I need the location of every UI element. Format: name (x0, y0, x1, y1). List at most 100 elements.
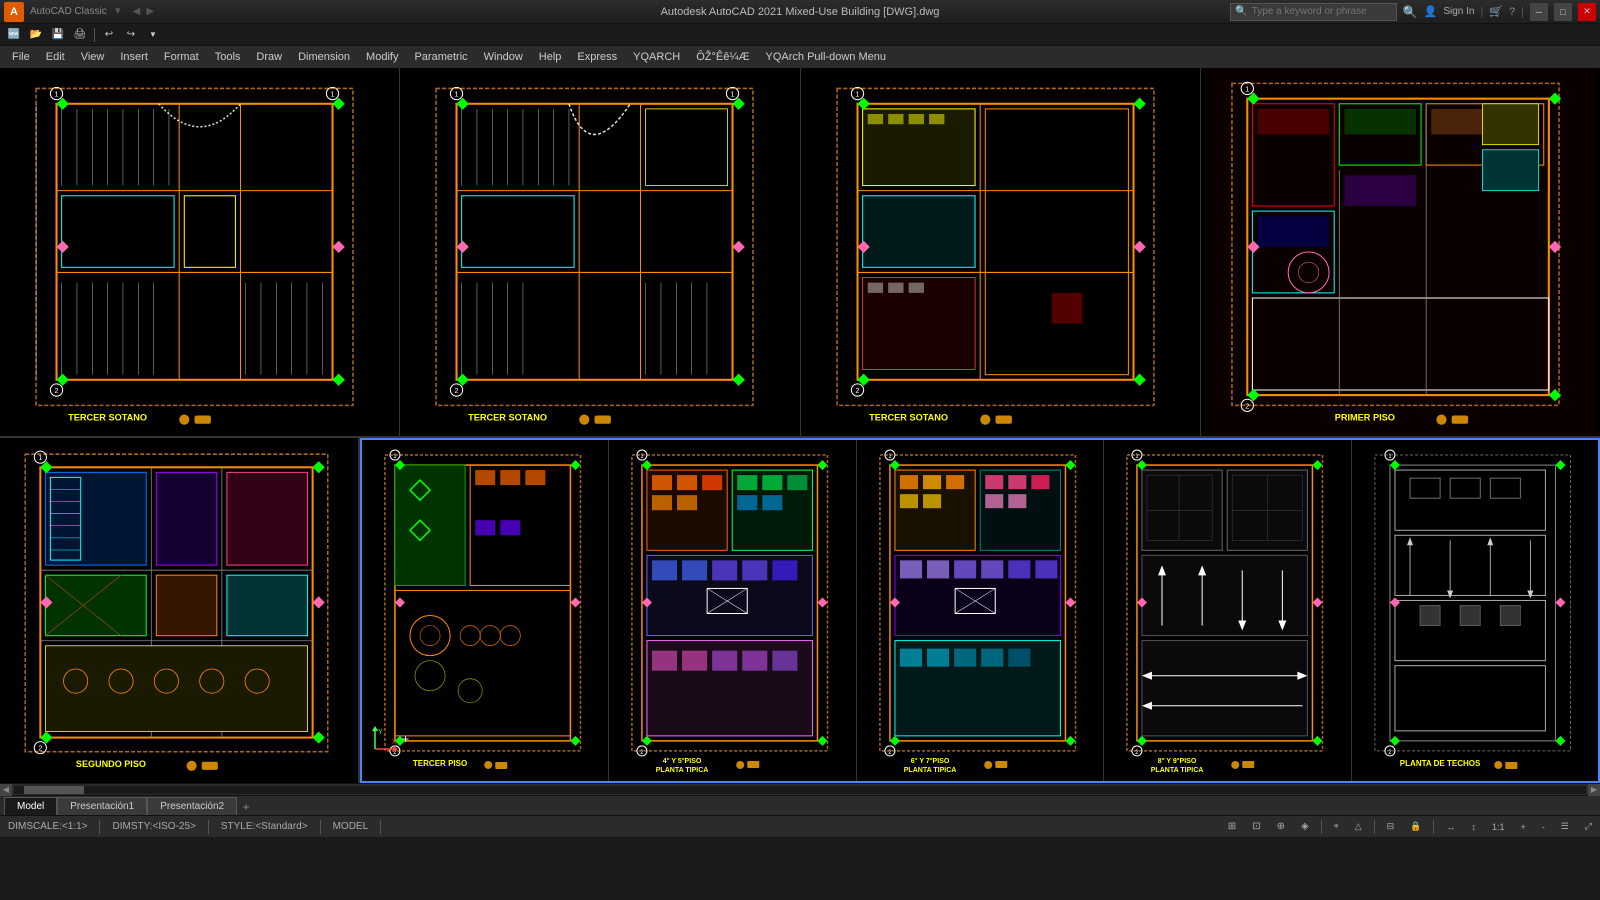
status-3d-icon[interactable]: △ (1351, 816, 1366, 838)
menu-format[interactable]: Format (156, 46, 207, 68)
menu-file[interactable]: File (4, 46, 38, 68)
menu-dimension[interactable]: Dimension (290, 46, 358, 68)
menu-parametric[interactable]: Parametric (406, 46, 475, 68)
menu-bar: File Edit View Insert Format Tools Draw … (0, 46, 1600, 68)
svg-text:6° Y 7°PISO: 6° Y 7°PISO (911, 757, 950, 765)
status-lock-icon[interactable]: 🔒 (1406, 816, 1425, 838)
search-input[interactable] (1252, 6, 1392, 17)
menu-view[interactable]: View (73, 46, 113, 68)
print-button[interactable]: 🖨 (70, 26, 90, 44)
svg-text:1: 1 (55, 91, 59, 99)
svg-text:2: 2 (38, 746, 42, 753)
status-ortho-icon[interactable]: ⊕ (1273, 816, 1289, 838)
svg-text:1: 1 (1245, 86, 1249, 94)
status-scale-arrows[interactable]: ↔ (1442, 816, 1459, 838)
status-arrows-2[interactable]: ↕ (1467, 816, 1480, 838)
redo-button[interactable]: ↪ (121, 26, 141, 44)
horizontal-scrollbar[interactable]: ◀ ▶ (0, 783, 1600, 795)
status-separator-3 (320, 820, 321, 834)
svg-text:TERCER SOTANO: TERCER SOTANO (468, 413, 547, 423)
svg-text:X: X (392, 739, 397, 746)
viewport-1[interactable]: 1 1 2 TERCER SOTANO (0, 68, 400, 436)
svg-text:TERCER SOTANO: TERCER SOTANO (869, 413, 948, 423)
status-expand-icon[interactable]: ⤢ (1581, 816, 1596, 838)
status-zoom-out[interactable]: - (1538, 816, 1549, 838)
undo-button[interactable]: ↩ (99, 26, 119, 44)
status-polar-icon[interactable]: ◈ (1297, 816, 1313, 838)
inner-viewport-4[interactable]: 1 2 8° Y 9°PISO PLANTA TIPICA (1104, 440, 1351, 781)
divider: | (1480, 6, 1483, 18)
viewport-right-active[interactable]: 1 2 TERCER PISO (360, 438, 1600, 783)
viewport-5[interactable]: 1 2 SEGUNDO PISO (0, 438, 360, 783)
menu-draw[interactable]: Draw (248, 46, 290, 68)
close-button[interactable]: ✕ (1578, 3, 1596, 21)
title-bar-left: A AutoCAD Classic ▼ ◀ ▶ (4, 2, 154, 22)
status-zoom-in[interactable]: + (1516, 816, 1529, 838)
title-bar: A AutoCAD Classic ▼ ◀ ▶ Autodesk AutoCAD… (0, 0, 1600, 24)
inner-viewport-grid: 1 2 TERCER PISO (362, 440, 1598, 781)
dropdown-button[interactable]: ▼ (143, 26, 163, 44)
status-scale-text[interactable]: 1:1 (1488, 816, 1509, 838)
status-object-snap[interactable]: ⌖ (1330, 816, 1343, 838)
status-style[interactable]: STYLE:<Standard> (217, 816, 312, 838)
status-snap-icon[interactable]: ⊡ (1248, 816, 1264, 838)
tab-bar: Model Presentación1 Presentación2 + (0, 795, 1600, 815)
drawing-area[interactable]: 1 1 2 TERCER SOTANO (0, 68, 1600, 783)
help-icon[interactable]: ? (1509, 6, 1515, 18)
svg-text:Y: Y (378, 729, 383, 736)
status-grid-icon[interactable]: ⊞ (1224, 816, 1240, 838)
sign-in-button[interactable]: Sign In (1443, 6, 1474, 17)
status-sep-right (1321, 820, 1322, 834)
divider2: | (1521, 6, 1524, 18)
inner-viewport-3[interactable]: 1 2 6° Y 7°PISO PLANTA TIPICA (857, 440, 1104, 781)
svg-text:1: 1 (455, 91, 459, 99)
status-bar: DIMSCALE:<1:1> DIMSTY:<ISO-25> STYLE:<St… (0, 815, 1600, 837)
tab-presentacion1[interactable]: Presentación1 (57, 797, 147, 815)
maximize-button[interactable]: □ (1554, 3, 1572, 21)
scroll-left-button[interactable]: ◀ (0, 784, 12, 796)
svg-text:1: 1 (331, 91, 335, 99)
tab-add-button[interactable]: + (237, 799, 255, 815)
viewport-4[interactable]: 1 2 PRIMER PISO (1201, 68, 1600, 436)
scroll-track[interactable] (14, 786, 1586, 794)
save-button[interactable]: 💾 (48, 26, 68, 44)
svg-text:1: 1 (38, 455, 42, 462)
menu-express[interactable]: Express (569, 46, 625, 68)
cart-icon[interactable]: 🛒 (1489, 5, 1503, 18)
search-icon: 🔍 (1235, 6, 1247, 17)
menu-help[interactable]: Help (531, 46, 570, 68)
menu-special[interactable]: ÔŽ°Êê¼Æ (688, 46, 757, 68)
status-viewport-icon[interactable]: ⊟ (1383, 816, 1399, 838)
menu-window[interactable]: Window (476, 46, 531, 68)
status-dimsty[interactable]: DIMSTY:<ISO-25> (108, 816, 199, 838)
status-dimscale[interactable]: DIMSCALE:<1:1> (4, 816, 91, 838)
status-workspace-icon[interactable]: ☰ (1557, 816, 1573, 838)
svg-text:4° Y 5°PISO: 4° Y 5°PISO (663, 757, 702, 765)
menu-insert[interactable]: Insert (112, 46, 156, 68)
status-sep-right2 (1374, 820, 1375, 834)
minimize-button[interactable]: ─ (1530, 3, 1548, 21)
open-button[interactable]: 📂 (26, 26, 46, 44)
title-bar-right: 🔍 🔍 👤 Sign In | 🛒 ? | ─ □ ✕ (1230, 3, 1596, 21)
menu-modify[interactable]: Modify (358, 46, 406, 68)
menu-edit[interactable]: Edit (38, 46, 73, 68)
status-model[interactable]: MODEL (329, 816, 373, 838)
new-button[interactable]: 🆕 (4, 26, 24, 44)
viewport-2[interactable]: 1 1 2 TERCER SOTANO (400, 68, 800, 436)
tab-presentacion2[interactable]: Presentación2 (147, 797, 237, 815)
search-submit-icon[interactable]: 🔍 (1403, 5, 1418, 19)
svg-text:TERCER PISO: TERCER PISO (413, 759, 467, 768)
menu-pulldown[interactable]: YQArch Pull-down Menu (758, 46, 894, 68)
tab-model[interactable]: Model (4, 797, 57, 815)
search-bar[interactable]: 🔍 (1230, 3, 1396, 21)
inner-viewport-5[interactable]: 1 2 PLANTA DE TECHOS (1352, 440, 1598, 781)
menu-tools[interactable]: Tools (207, 46, 249, 68)
svg-text:1: 1 (731, 91, 735, 99)
menu-yqarch[interactable]: YQARCH (625, 46, 688, 68)
scroll-thumb[interactable] (24, 786, 84, 794)
svg-text:PLANTA TIPICA: PLANTA TIPICA (1151, 767, 1204, 774)
inner-viewport-2[interactable]: 1 2 4° Y 5°PISO PLANTA TIPICA (609, 440, 856, 781)
viewport-3[interactable]: 1 2 TERCER SOTANO (801, 68, 1201, 436)
scroll-right-button[interactable]: ▶ (1588, 784, 1600, 796)
app-logo[interactable]: A (4, 2, 24, 22)
